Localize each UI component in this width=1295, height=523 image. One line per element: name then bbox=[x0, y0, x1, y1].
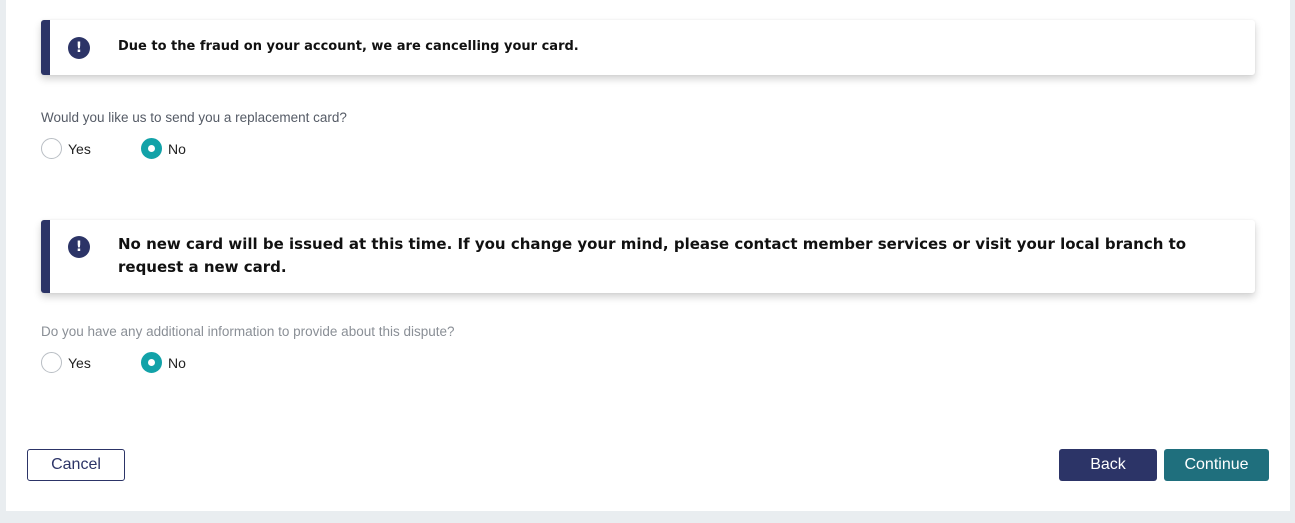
additional-info-yes-option[interactable]: Yes bbox=[41, 352, 91, 373]
no-new-card-alert-message: No new card will be issued at this time.… bbox=[118, 235, 1187, 276]
replacement-no-radio[interactable] bbox=[141, 138, 162, 159]
fraud-alert-message: Due to the fraud on your account, we are… bbox=[118, 39, 579, 54]
exclamation-icon: ! bbox=[68, 236, 90, 258]
no-new-card-alert: ! No new card will be issued at this tim… bbox=[41, 220, 1255, 293]
replacement-yes-option[interactable]: Yes bbox=[41, 138, 91, 159]
replacement-no-option[interactable]: No bbox=[141, 138, 186, 159]
replacement-yes-label: Yes bbox=[68, 140, 91, 157]
additional-info-yes-label: Yes bbox=[68, 354, 91, 371]
fraud-alert: ! Due to the fraud on your account, we a… bbox=[41, 20, 1255, 75]
back-button[interactable]: Back bbox=[1059, 449, 1157, 481]
additional-info-no-label: No bbox=[168, 354, 186, 371]
exclamation-icon: ! bbox=[68, 37, 90, 59]
replacement-no-label: No bbox=[168, 140, 186, 157]
cancel-button[interactable]: Cancel bbox=[27, 449, 125, 481]
additional-info-no-radio[interactable] bbox=[141, 352, 162, 373]
additional-info-yes-radio[interactable] bbox=[41, 352, 62, 373]
replacement-card-question: Would you like us to send you a replacem… bbox=[41, 110, 347, 125]
additional-info-no-option[interactable]: No bbox=[141, 352, 186, 373]
form-panel: ! Due to the fraud on your account, we a… bbox=[6, 0, 1290, 511]
continue-button[interactable]: Continue bbox=[1164, 449, 1269, 481]
additional-info-question: Do you have any additional information t… bbox=[41, 324, 455, 339]
replacement-yes-radio[interactable] bbox=[41, 138, 62, 159]
